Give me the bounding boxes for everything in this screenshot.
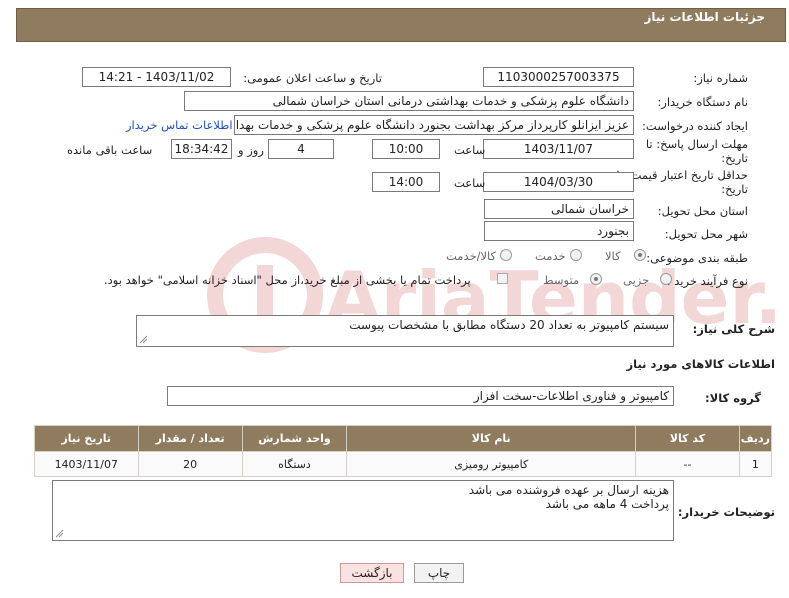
reply-time-field: 10:00 (372, 139, 440, 159)
cell-code: -- (635, 451, 740, 477)
table-row: 1 -- کامپیوتر رومیزی دستگاه 20 1403/11/0… (34, 451, 773, 477)
resize-grip-icon[interactable] (55, 529, 64, 538)
buyer-contact-link[interactable]: اطلاعات تماس خریدار (126, 118, 233, 132)
goods-table: ردیف کد کالا نام کالا واحد شمارش تعداد /… (34, 425, 773, 477)
days-label: روز و (238, 143, 264, 157)
category-radio-service[interactable] (570, 249, 582, 261)
payment-note: پرداخت تمام یا بخشی از مبلغ خرید،از محل … (104, 273, 471, 287)
cell-unit: دستگاه (241, 451, 348, 477)
requester-label: ایجاد کننده درخواست: (642, 119, 748, 133)
category-radio-goods-service[interactable] (500, 249, 512, 261)
buyer-notes-line-2: پرداخت 4 ماهه می باشد (545, 497, 669, 511)
goods-section-title: اطلاعات کالاهای مورد نیاز (626, 357, 775, 371)
reply-date-field: 1403/11/07 (483, 139, 634, 159)
buyer-notes-line-1: هزینه ارسال بر عهده فروشنده می باشد (468, 483, 669, 497)
col-date: تاریخ نیاز (34, 425, 139, 452)
reply-time-label: ساعت (454, 143, 486, 157)
process-option-minor: جزیی (623, 273, 650, 287)
days-field: 4 (268, 139, 334, 159)
goods-group-label: گروه کالا: (705, 391, 761, 405)
requester-field: عزیز ایزانلو کارپرداز مرکز بهداشت بجنورد… (234, 115, 634, 135)
remaining-label: ساعت باقی مانده (67, 143, 153, 157)
process-radio-minor[interactable] (660, 273, 672, 285)
validity-label-date: تاریخ: (721, 182, 748, 196)
cell-name: کامپیوتر رومیزی (346, 451, 637, 477)
need-number-field: 1103000257003375 (483, 67, 634, 87)
category-option-goods-service: کالا/خدمت (446, 249, 497, 263)
category-label: طبقه بندی موضوعی: (646, 251, 748, 265)
announce-label: تاریخ و ساعت اعلان عمومی: (243, 71, 382, 85)
back-button[interactable]: بازگشت (340, 563, 404, 583)
cell-qty: 20 (137, 451, 243, 477)
payment-checkbox[interactable] (497, 273, 508, 284)
cell-date: 1403/11/07 (34, 451, 139, 477)
buyer-org-label: نام دستگاه خریدار: (657, 95, 748, 109)
validity-time-label: ساعت (454, 176, 486, 190)
goods-group-field: کامپیوتر و فناوری اطلاعات-سخت افزار (167, 386, 674, 406)
category-radio-goods[interactable] (634, 249, 646, 261)
page-title: جزئیات اطلاعات نیاز (644, 10, 765, 24)
col-name: نام کالا (346, 425, 637, 452)
remaining-time-field: 18:34:42 (171, 139, 232, 159)
category-option-service: خدمت (535, 249, 566, 263)
col-unit: واحد شمارش (241, 425, 348, 452)
table-header-row: ردیف کد کالا نام کالا واحد شمارش تعداد /… (34, 425, 773, 452)
description-text: سیستم کامپیوتر به تعداد 20 دستگاه مطابق … (349, 318, 669, 332)
process-radio-medium[interactable] (590, 273, 602, 285)
col-code: کد کالا (635, 425, 740, 452)
description-label: شرح کلی نیاز: (692, 322, 775, 336)
validity-time-field: 14:00 (372, 172, 440, 192)
process-option-medium: متوسط (543, 273, 580, 287)
buyer-notes-field: هزینه ارسال بر عهده فروشنده می باشد پردا… (52, 480, 674, 541)
validity-date-field: 1404/03/30 (483, 172, 634, 192)
announce-field: 1403/11/02 - 14:21 (82, 67, 231, 87)
description-field: سیستم کامپیوتر به تعداد 20 دستگاه مطابق … (136, 315, 674, 347)
col-row: ردیف (738, 425, 773, 452)
province-label: استان محل تحویل: (657, 204, 748, 218)
buyer-org-field: دانشگاه علوم پزشکی و خدمات بهداشتی درمان… (184, 91, 634, 111)
reply-deadline-label-date: تاریخ: (721, 151, 748, 165)
col-qty: تعداد / مقدار (137, 425, 243, 452)
province-field: خراسان شمالی (484, 199, 634, 219)
cell-row: 1 (738, 451, 773, 477)
category-option-goods: کالا (605, 249, 621, 263)
validity-label: حداقل تاریخ اعتبار قیمت: تا (616, 168, 748, 182)
buyer-notes-label: توضیحات خریدار: (677, 505, 775, 519)
need-number-label: شماره نیاز: (693, 71, 748, 85)
city-label: شهر محل تحویل: (664, 227, 748, 241)
city-field: بجنورد (484, 221, 634, 241)
process-label: نوع فرآیند خرید : (666, 274, 748, 288)
print-button[interactable]: چاپ (414, 563, 464, 583)
resize-grip-icon[interactable] (139, 335, 148, 344)
reply-deadline-label: مهلت ارسال پاسخ: تا (645, 137, 748, 151)
